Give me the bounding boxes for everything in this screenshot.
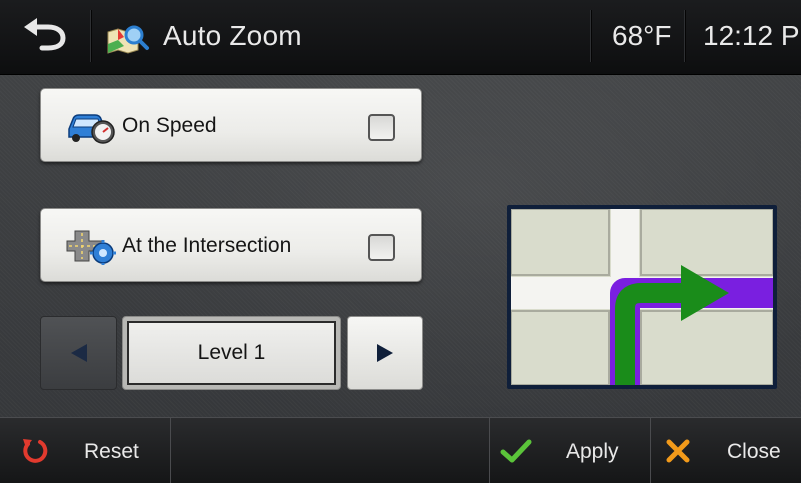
header-divider [590,10,591,62]
at-intersection-checkbox[interactable] [368,234,395,261]
intersection-gear-icon [66,230,116,265]
header-divider [684,10,685,62]
on-speed-label: On Speed [122,114,217,137]
back-button[interactable] [14,13,74,59]
footer-bar: Reset Apply Close [0,417,801,483]
zoom-preview-map [507,205,777,389]
triangle-left-icon [70,344,87,362]
checkmark-icon [500,439,532,463]
screen: Auto Zoom 68°F 12:12 PM On Speed [0,0,801,483]
apply-label: Apply [566,440,619,463]
temperature-readout: 68°F [612,20,672,51]
on-speed-checkbox[interactable] [368,114,395,141]
map-illustration [511,209,773,385]
map-zoom-icon [107,25,149,54]
at-intersection-option[interactable]: At the Intersection [40,208,422,282]
on-speed-option[interactable]: On Speed [40,88,422,162]
car-speedometer-icon [68,114,115,144]
header-bar: Auto Zoom 68°F 12:12 PM [0,0,801,75]
apply-button[interactable]: Apply [490,418,650,483]
level-display: Level 1 [122,316,341,390]
footer-divider [170,418,171,483]
close-button[interactable]: Close [651,418,801,483]
level-next-button[interactable] [347,316,423,390]
at-intersection-label: At the Intersection [122,234,292,257]
page-title: Auto Zoom [163,20,302,51]
header-divider [90,10,91,62]
clock-readout: 12:12 PM [703,20,801,51]
reset-button[interactable]: Reset [0,418,170,483]
back-arrow-icon [24,18,66,51]
close-label: Close [727,440,781,463]
level-value: Level 1 [127,321,336,385]
level-prev-button[interactable] [40,316,117,390]
reset-label: Reset [84,440,139,463]
x-icon [666,439,690,463]
reset-arrow-icon [23,439,48,463]
triangle-right-icon [377,344,393,362]
